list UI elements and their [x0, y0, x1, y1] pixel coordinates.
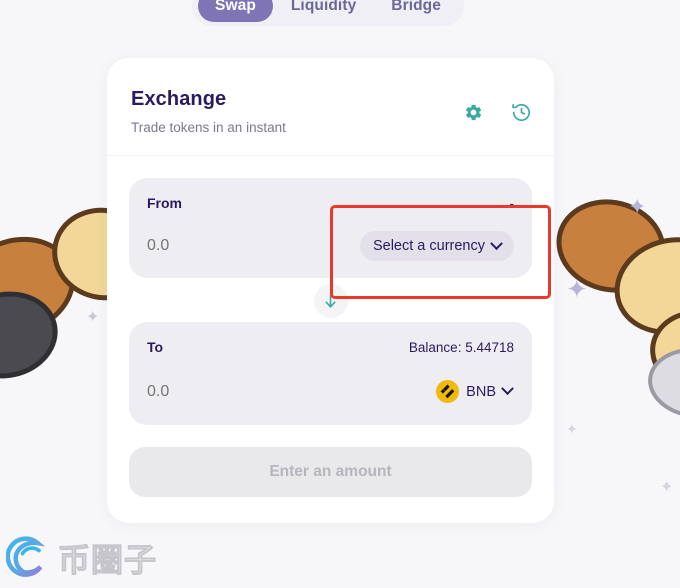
to-panel-top: To Balance: 5.44718 [147, 337, 514, 357]
watermark: 币圈子 [6, 534, 157, 582]
from-label: From [147, 195, 182, 211]
from-panel-bottom: Select a currency [147, 231, 514, 261]
to-panel-bottom: BNB [147, 375, 514, 408]
decor-sparkle: ✦ [660, 479, 674, 496]
decor-sparkle: ✦ [566, 421, 578, 437]
swap-direction-row [129, 284, 532, 318]
to-currency-label: BNB [466, 383, 496, 400]
tab-swap[interactable]: Swap [198, 0, 273, 22]
from-amount-input[interactable] [147, 237, 297, 255]
tab-liquidity[interactable]: Liquidity [274, 0, 373, 22]
decor-sparkle: ✦ [86, 309, 100, 326]
to-currency-select-button[interactable]: BNB [434, 375, 514, 408]
to-label: To [147, 339, 164, 355]
bnb-token-icon [436, 380, 460, 403]
decor-sparkle: ✦ [566, 274, 588, 304]
swirl-logo-icon [6, 534, 54, 582]
to-panel: To Balance: 5.44718 BNB [129, 322, 532, 425]
chevron-down-icon [490, 236, 503, 250]
from-currency-label: Select a currency [372, 238, 485, 254]
card-body: From - Select a currency [107, 156, 554, 523]
from-currency-select-button[interactable]: Select a currency [359, 231, 514, 261]
from-panel-top: From - [147, 193, 514, 213]
navigation-tabs: Swap Liquidity Bridge [192, 0, 464, 26]
history-icon[interactable] [511, 102, 532, 128]
to-amount-input[interactable] [147, 382, 297, 401]
to-balance: Balance: 5.44718 [408, 339, 514, 355]
gear-icon[interactable] [464, 103, 483, 127]
exchange-card: Exchange Trade tokens in an instant From [107, 58, 554, 523]
from-panel: From - Select a currency [129, 178, 532, 278]
swap-direction-button[interactable] [313, 284, 348, 318]
submit-swap-button[interactable]: Enter an amount [129, 447, 532, 497]
decor-sparkle: ✦ [628, 194, 647, 219]
card-header: Exchange Trade tokens in an instant [107, 58, 554, 156]
header-actions [464, 102, 532, 128]
watermark-text: 币圈子 [57, 541, 158, 580]
tab-bridge[interactable]: Bridge [374, 0, 458, 22]
from-balance: - [509, 195, 515, 211]
chevron-down-icon [501, 382, 514, 396]
